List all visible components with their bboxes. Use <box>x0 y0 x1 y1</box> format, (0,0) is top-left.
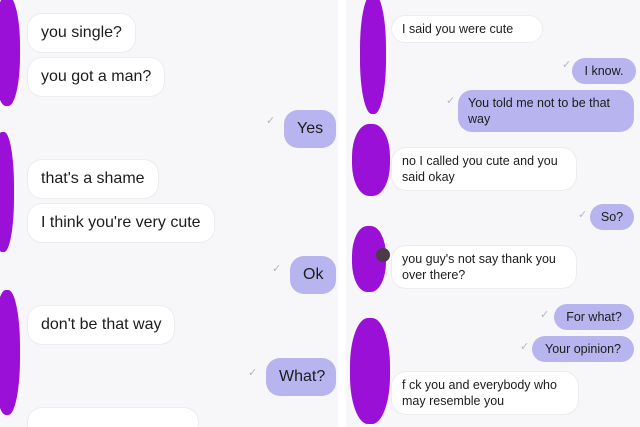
seen-check-icon: ✓ <box>562 59 572 71</box>
outgoing-message: For what? <box>554 304 634 330</box>
right-chat-screenshot: I said you were cute ✓ I know. ✓ You tol… <box>346 0 640 427</box>
seen-check-icon: ✓ <box>446 95 456 107</box>
outgoing-message: So? <box>590 204 634 230</box>
outgoing-message: What? <box>266 358 336 396</box>
incoming-message: f ck you and everybody who may resemble … <box>392 372 578 414</box>
outgoing-message: Ok <box>290 256 336 294</box>
seen-check-icon: ✓ <box>540 309 550 321</box>
partial-message-bubble <box>28 408 198 427</box>
redaction-scribble <box>360 0 386 114</box>
seen-check-icon: ✓ <box>248 367 258 379</box>
incoming-message: you got a man? <box>28 58 165 96</box>
redaction-scribble <box>0 0 20 106</box>
outgoing-message: Your opinion? <box>532 336 634 362</box>
incoming-message: no I called you cute and you said okay <box>392 148 576 190</box>
redaction-scribble <box>352 124 390 196</box>
redaction-scribble <box>0 132 14 252</box>
seen-check-icon: ✓ <box>272 263 282 275</box>
incoming-message: you single? <box>28 14 135 52</box>
outgoing-message: Yes <box>284 110 336 148</box>
incoming-message: I said you were cute <box>392 16 542 42</box>
panel-divider <box>338 0 346 427</box>
seen-check-icon: ✓ <box>578 209 588 221</box>
left-chat-screenshot: you single? you got a man? ✓ Yes that's … <box>0 0 338 427</box>
incoming-message: that's a shame <box>28 160 158 198</box>
outgoing-message: I know. <box>572 58 636 84</box>
outgoing-message: You told me not to be that way <box>458 90 634 132</box>
seen-check-icon: ✓ <box>266 115 276 127</box>
incoming-message: I think you're very cute <box>28 204 214 242</box>
incoming-message: you guy's not say thank you over there? <box>392 246 576 288</box>
avatar <box>376 248 390 262</box>
seen-check-icon: ✓ <box>520 341 530 353</box>
incoming-message: don't be that way <box>28 306 175 344</box>
redaction-scribble <box>0 290 20 415</box>
redaction-scribble <box>350 318 390 424</box>
